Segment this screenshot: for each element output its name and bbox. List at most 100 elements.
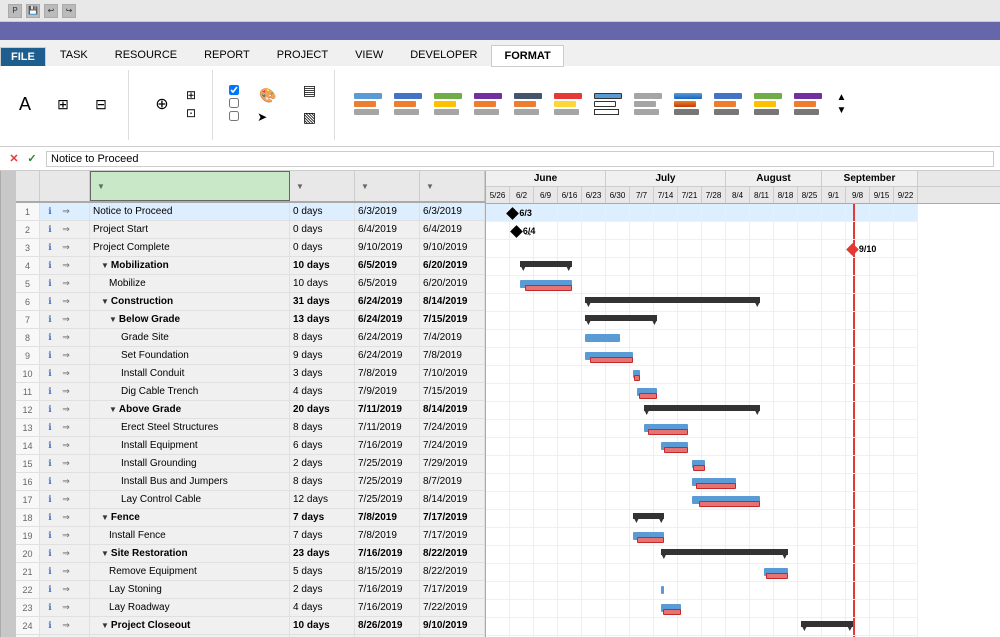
table-row[interactable]: 16 ℹ ⇒ Install Bus and Jumpers 8 days 7/… xyxy=(16,473,485,491)
table-row[interactable]: 15 ℹ ⇒ Install Grounding 2 days 7/25/201… xyxy=(16,455,485,473)
gantt-style-7[interactable] xyxy=(591,90,629,118)
formula-bar-input[interactable] xyxy=(46,151,994,167)
table-row[interactable]: 6 ℹ ⇒ ▼ Construction 31 days 6/24/2019 8… xyxy=(16,293,485,311)
today-line xyxy=(853,528,855,545)
formula-bar: ✕ ✓ xyxy=(0,147,1000,171)
task-name-cell[interactable]: Install Conduit xyxy=(90,365,290,382)
table-row[interactable]: 24 ℹ ⇒ ▼ Project Closeout 10 days 8/26/2… xyxy=(16,617,485,635)
tab-task[interactable]: TASK xyxy=(47,44,101,66)
today-line xyxy=(853,240,855,257)
table-row[interactable]: 20 ℹ ⇒ ▼ Site Restoration 23 days 7/16/2… xyxy=(16,545,485,563)
layout-button[interactable]: ⊟ xyxy=(84,89,118,119)
tab-file[interactable]: FILE xyxy=(0,47,46,67)
table-row[interactable]: 9 ℹ ⇒ Set Foundation 9 days 6/24/2019 7/… xyxy=(16,347,485,365)
gantt-style-10[interactable] xyxy=(711,90,749,118)
table-row[interactable]: 8 ℹ ⇒ Grade Site 8 days 6/24/2019 7/4/20… xyxy=(16,329,485,347)
task-mode-icon: ⇒ xyxy=(59,583,73,597)
gantt-style-9[interactable] xyxy=(671,90,709,118)
task-name-cell[interactable]: ▼ Fence xyxy=(90,509,290,526)
format-button[interactable]: 🎨 xyxy=(254,84,283,107)
table-row[interactable]: 23 ℹ ⇒ Lay Roadway 4 days 7/16/2019 7/22… xyxy=(16,599,485,617)
tab-developer[interactable]: DEVELOPER xyxy=(397,44,490,66)
gantt-style-11[interactable] xyxy=(751,90,789,118)
task-name-cell[interactable]: Notice to Proceed xyxy=(90,203,290,220)
table-row[interactable]: 4 ℹ ⇒ ▼ Mobilization 10 days 6/5/2019 6/… xyxy=(16,257,485,275)
gantt-style-1[interactable] xyxy=(351,90,389,118)
tab-format[interactable]: FORMAT xyxy=(491,45,563,67)
task-name-cell[interactable]: Install Bus and Jumpers xyxy=(90,473,290,490)
task-name-cell[interactable]: ▼ Above Grade xyxy=(90,401,290,418)
slippage-button[interactable]: ▧ xyxy=(296,106,324,129)
task-name-cell[interactable]: Lay Roadway xyxy=(90,599,290,616)
table-row[interactable]: 7 ℹ ⇒ ▼ Below Grade 13 days 6/24/2019 7/… xyxy=(16,311,485,329)
gantt-style-12[interactable] xyxy=(791,90,829,118)
task-name-cell[interactable]: ▼ Mobilization xyxy=(90,257,290,274)
gantt-style-scroll-up[interactable]: ▲ xyxy=(837,92,847,103)
info-icon: ℹ xyxy=(43,457,57,471)
table-row[interactable]: 2 ℹ ⇒ Project Start 0 days 6/4/2019 6/4/… xyxy=(16,221,485,239)
tab-view[interactable]: VIEW xyxy=(342,44,396,66)
slack-checkbox[interactable] xyxy=(229,98,242,108)
text-styles-button[interactable]: A xyxy=(8,89,42,119)
task-name-cell[interactable]: Install Fence xyxy=(90,527,290,544)
gantt-week-1: 6/2 xyxy=(510,187,534,203)
table-row[interactable]: 10 ℹ ⇒ Install Conduit 3 days 7/8/2019 7… xyxy=(16,365,485,383)
task-path-button[interactable]: ➤ xyxy=(254,109,283,125)
task-name-cell[interactable]: Lay Control Cable xyxy=(90,491,290,508)
tab-project[interactable]: PROJECT xyxy=(264,44,341,66)
gantt-style-scroll-down[interactable]: ▼ xyxy=(837,105,847,116)
gantt-style-3[interactable] xyxy=(431,90,469,118)
table-row[interactable]: 3 ℹ ⇒ Project Complete 0 days 9/10/2019 … xyxy=(16,239,485,257)
baseline-button[interactable]: ▤ xyxy=(296,79,324,102)
gantt-style-5[interactable] xyxy=(511,90,549,118)
table-row[interactable]: 12 ℹ ⇒ ▼ Above Grade 20 days 7/11/2019 8… xyxy=(16,401,485,419)
task-name-cell[interactable]: Project Start xyxy=(90,221,290,238)
gantt-style-8[interactable] xyxy=(631,90,669,118)
gridlines-button[interactable]: ⊞ xyxy=(46,89,80,119)
table-row[interactable]: 11 ℹ ⇒ Dig Cable Trench 4 days 7/9/2019 … xyxy=(16,383,485,401)
late-tasks-checkbox[interactable] xyxy=(229,111,242,121)
table-row[interactable]: 1 ℹ ⇒ Notice to Proceed 0 days 6/3/2019 … xyxy=(16,203,485,221)
task-name-cell[interactable]: ▼ Site Restoration xyxy=(90,545,290,562)
start-cell: 7/16/2019 xyxy=(355,437,420,454)
task-name-cell[interactable]: Erect Steel Structures xyxy=(90,419,290,436)
save-icon[interactable]: 💾 xyxy=(26,4,40,18)
slack-input[interactable] xyxy=(229,98,239,108)
task-name-cell[interactable]: ▼ Construction xyxy=(90,293,290,310)
table-row[interactable]: 14 ℹ ⇒ Install Equipment 6 days 7/16/201… xyxy=(16,437,485,455)
gantt-style-4[interactable] xyxy=(471,90,509,118)
task-name-cell[interactable]: Lay Stoning xyxy=(90,581,290,598)
task-name-cell[interactable]: ▼ Project Closeout xyxy=(90,617,290,634)
undo-icon[interactable]: ↩ xyxy=(44,4,58,18)
task-name-cell[interactable]: Install Grounding xyxy=(90,455,290,472)
task-name-cell[interactable]: Project Complete xyxy=(90,239,290,256)
table-row[interactable]: 21 ℹ ⇒ Remove Equipment 5 days 8/15/2019… xyxy=(16,563,485,581)
late-tasks-input[interactable] xyxy=(229,111,239,121)
task-name-cell[interactable]: ▼ Below Grade xyxy=(90,311,290,328)
task-name-cell[interactable]: Mobilize xyxy=(90,275,290,292)
formula-cancel-button[interactable]: ✕ xyxy=(6,151,22,167)
critical-tasks-input[interactable] xyxy=(229,85,239,95)
tab-resource[interactable]: RESOURCE xyxy=(102,44,190,66)
table-row[interactable]: 17 ℹ ⇒ Lay Control Cable 12 days 7/25/20… xyxy=(16,491,485,509)
custom-fields-button[interactable]: ⊡ xyxy=(183,105,202,121)
gantt-row xyxy=(486,456,918,474)
insert-column-button[interactable]: ⊕ xyxy=(145,89,179,119)
table-row[interactable]: 19 ℹ ⇒ Install Fence 7 days 7/8/2019 7/1… xyxy=(16,527,485,545)
task-name-cell[interactable]: Dig Cable Trench xyxy=(90,383,290,400)
redo-icon[interactable]: ↪ xyxy=(62,4,76,18)
formula-confirm-button[interactable]: ✓ xyxy=(24,151,40,167)
critical-tasks-checkbox[interactable] xyxy=(229,85,242,95)
table-row[interactable]: 13 ℹ ⇒ Erect Steel Structures 8 days 7/1… xyxy=(16,419,485,437)
task-name-cell[interactable]: Remove Equipment xyxy=(90,563,290,580)
table-row[interactable]: 22 ℹ ⇒ Lay Stoning 2 days 7/16/2019 7/17… xyxy=(16,581,485,599)
gantt-style-2[interactable] xyxy=(391,90,429,118)
task-name-cell[interactable]: Grade Site xyxy=(90,329,290,346)
task-name-cell[interactable]: Install Equipment xyxy=(90,437,290,454)
gantt-style-6[interactable] xyxy=(551,90,589,118)
table-row[interactable]: 18 ℹ ⇒ ▼ Fence 7 days 7/8/2019 7/17/2019 xyxy=(16,509,485,527)
tab-report[interactable]: REPORT xyxy=(191,44,263,66)
column-settings-button[interactable]: ⊞ xyxy=(183,87,202,103)
table-row[interactable]: 5 ℹ ⇒ Mobilize 10 days 6/5/2019 6/20/201… xyxy=(16,275,485,293)
task-name-cell[interactable]: Set Foundation xyxy=(90,347,290,364)
